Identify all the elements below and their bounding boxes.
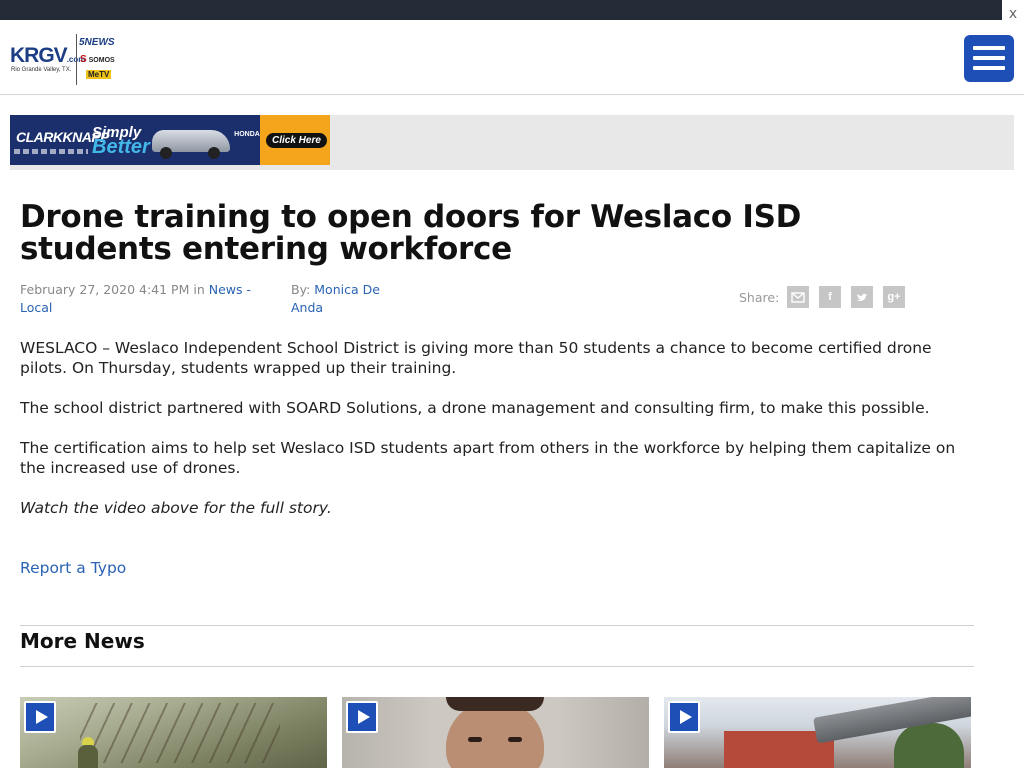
article-title: Drone training to open doors for Weslaco… bbox=[20, 199, 802, 267]
article-date: February 27, 2020 4:41 PM bbox=[20, 282, 190, 297]
twitter-share-icon[interactable] bbox=[851, 286, 873, 308]
ad-car-image bbox=[152, 130, 230, 159]
news-thumbnail[interactable] bbox=[20, 697, 327, 768]
logo-metv: MeTV bbox=[86, 70, 112, 79]
ad-banner[interactable]: CLARKKNAPP Simply Better HONDA Click Here bbox=[10, 115, 330, 165]
top-ad-bar bbox=[0, 0, 1002, 20]
thumbnail-figure bbox=[78, 745, 98, 768]
ad-click-here-button[interactable]: Click Here bbox=[266, 133, 327, 148]
article-in-label: in bbox=[193, 282, 205, 297]
play-video-icon[interactable] bbox=[668, 701, 700, 733]
ad-honda-logo: HONDA bbox=[234, 131, 260, 138]
article-date-category: February 27, 2020 4:41 PM in News - Loca… bbox=[20, 281, 260, 317]
thumbnail-tree bbox=[894, 723, 964, 768]
logo-krgv: KRGV.com bbox=[10, 44, 85, 67]
site-logo[interactable]: KRGV.com Rio Grande Valley, TX. 5NEWS S … bbox=[10, 34, 124, 86]
article-paragraph: Watch the video above for the full story… bbox=[20, 499, 332, 517]
play-video-icon[interactable] bbox=[346, 701, 378, 733]
logo-tagline: Rio Grande Valley, TX. bbox=[11, 67, 72, 73]
more-news-heading: More News bbox=[20, 629, 145, 653]
thumbnail-eye bbox=[508, 737, 522, 742]
thumbnail-hair bbox=[446, 697, 544, 711]
email-share-icon[interactable] bbox=[787, 286, 809, 308]
news-thumbnail[interactable] bbox=[342, 697, 649, 768]
thumbnail-eye bbox=[468, 737, 482, 742]
logo-somos: S SOMOS bbox=[80, 54, 115, 65]
thumbnail-hard-hat bbox=[82, 737, 94, 745]
google-plus-share-icon[interactable]: g+ bbox=[883, 286, 905, 308]
article-paragraph: The certification aims to help set Wesla… bbox=[20, 439, 956, 477]
byline-label: By: bbox=[291, 282, 311, 297]
thumbnail-face bbox=[446, 701, 544, 768]
ad-stripe bbox=[14, 149, 88, 154]
logo-divider bbox=[76, 34, 77, 85]
share-label: Share: bbox=[739, 290, 780, 305]
more-news-section: More News bbox=[20, 625, 974, 667]
article-paragraph: WESLACO – Weslaco Independent School Dis… bbox=[20, 339, 932, 377]
facebook-share-icon[interactable]: f bbox=[819, 286, 841, 308]
article-body: WESLACO – Weslaco Independent School Dis… bbox=[20, 338, 980, 538]
article-paragraph: The school district partnered with SOARD… bbox=[20, 399, 930, 417]
article-byline: By: Monica De Anda bbox=[291, 281, 401, 317]
report-typo-link[interactable]: Report a Typo bbox=[20, 558, 126, 578]
play-video-icon[interactable] bbox=[24, 701, 56, 733]
news-thumbnail[interactable] bbox=[664, 697, 971, 768]
site-header: KRGV.com Rio Grande Valley, TX. 5NEWS S … bbox=[0, 20, 1024, 95]
hamburger-menu-icon[interactable] bbox=[964, 35, 1014, 82]
thumbnail-scene bbox=[80, 703, 280, 763]
logo-5news: 5NEWS bbox=[79, 37, 115, 48]
ad-strip: CLARKKNAPP Simply Better HONDA Click Here bbox=[10, 115, 1014, 170]
ad-slogan: Simply Better bbox=[92, 124, 150, 158]
